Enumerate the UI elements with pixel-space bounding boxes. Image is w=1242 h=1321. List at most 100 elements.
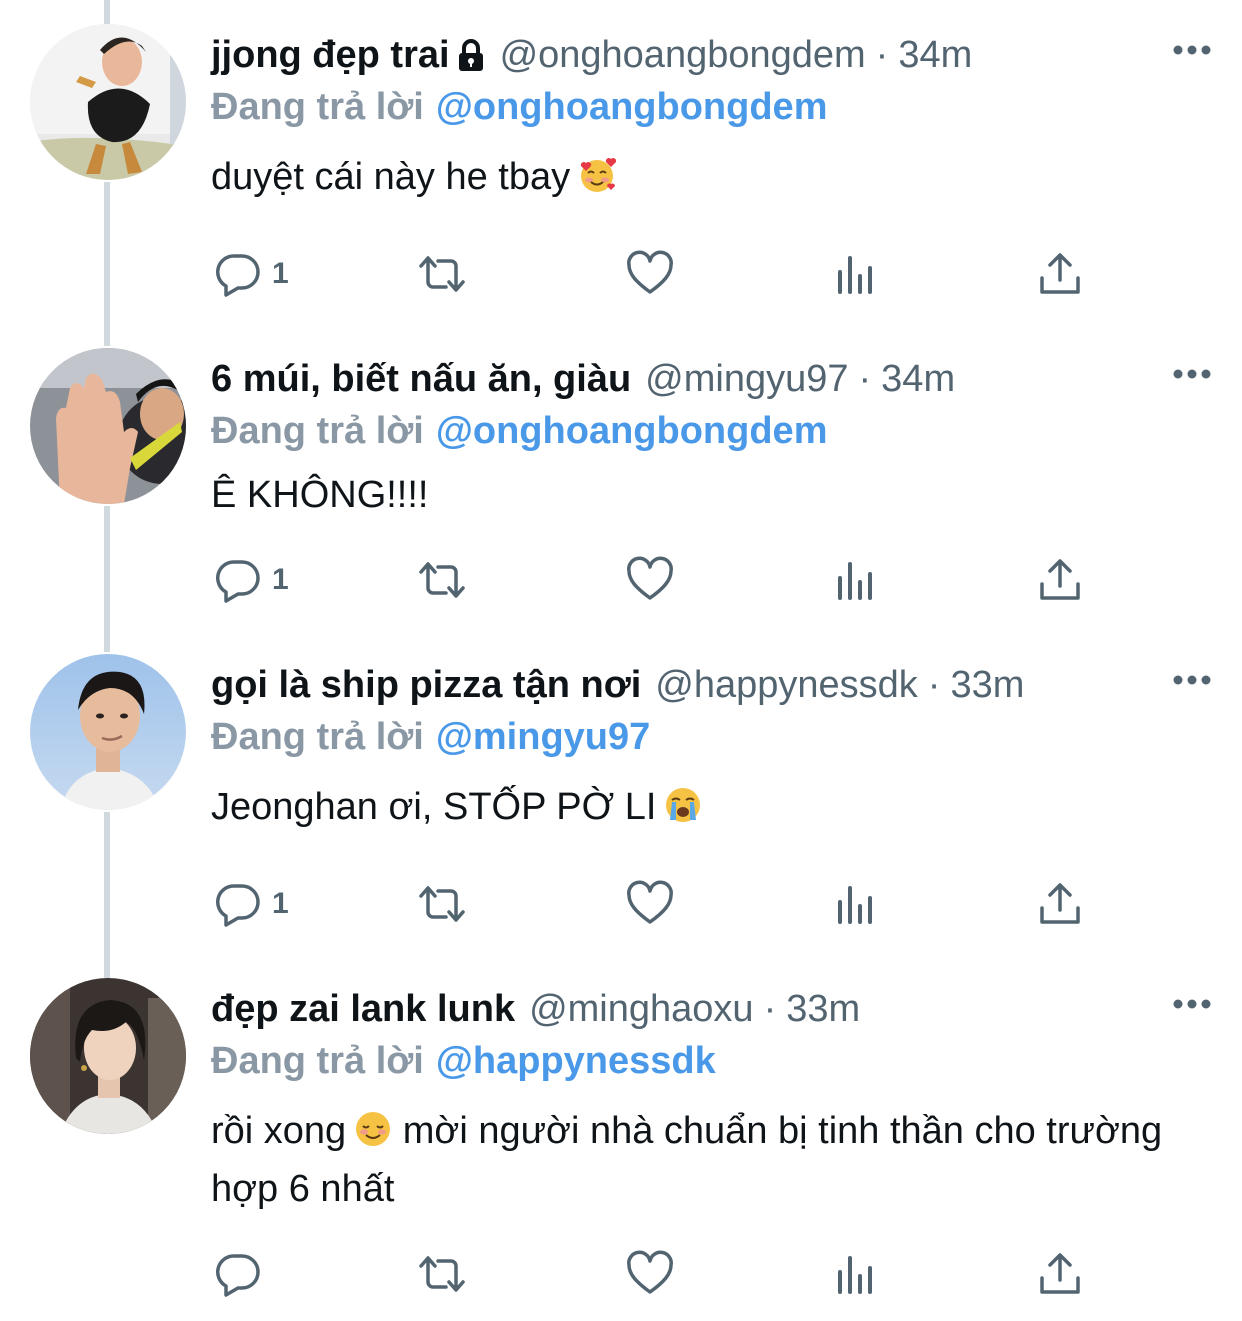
timestamp[interactable]: 34m	[881, 354, 955, 404]
loudly-crying-face-icon	[666, 788, 701, 822]
like-button[interactable]	[626, 552, 674, 608]
reply-icon	[216, 1254, 260, 1297]
share-icon	[1040, 1253, 1080, 1294]
avatar[interactable]	[30, 978, 186, 1134]
share-button[interactable]	[1036, 1246, 1084, 1302]
reply-button[interactable]: 1	[214, 552, 289, 608]
like-icon	[627, 250, 673, 294]
avatar[interactable]	[30, 348, 186, 504]
tweet-text-content: Ê KHÔNG!!!!	[211, 474, 429, 516]
tweet-text-content: duyệt cái này he tbay	[211, 156, 571, 198]
replying-to-handle[interactable]: @mingyu97	[436, 716, 650, 758]
share-icon	[1040, 559, 1080, 600]
handle[interactable]: @onghoangbongdem	[500, 30, 866, 80]
retweet-icon	[419, 1256, 465, 1292]
analytics-button[interactable]	[832, 246, 880, 302]
tweet-actions: 1	[0, 246, 1242, 302]
analytics-icon	[838, 886, 872, 924]
tweet-text: duyệt cái này he tbay	[211, 148, 1201, 206]
replying-to: Đang trả lời @onghoangbongdem	[211, 82, 827, 132]
more-icon[interactable]	[1172, 368, 1212, 380]
handle[interactable]: @mingyu97	[645, 354, 848, 404]
lock-icon	[456, 37, 486, 73]
tweet-header: 6 múi, biết nấu ăn, giàu @mingyu97 · 34m	[211, 354, 955, 404]
like-button[interactable]	[626, 1246, 674, 1302]
replying-to-label: Đang trả lời	[211, 1040, 424, 1082]
display-name[interactable]: đẹp zai lank lunk	[211, 984, 515, 1034]
tweet[interactable]: 6 múi, biết nấu ăn, giàu @mingyu97 · 34m…	[0, 348, 1242, 648]
replying-to: Đang trả lời @mingyu97	[211, 712, 650, 762]
tweet-text-content: rồi xong	[211, 1110, 347, 1152]
smiling-face-with-hearts-icon	[581, 158, 617, 192]
separator: ·	[875, 34, 889, 76]
tweet-header: jjong đẹp trai @onghoangbongdem · 34m	[211, 30, 972, 80]
like-icon	[627, 880, 673, 924]
reply-button[interactable]	[214, 1246, 272, 1302]
share-button[interactable]	[1036, 876, 1084, 932]
handle[interactable]: @happynessdk	[655, 660, 918, 710]
timestamp[interactable]: 34m	[898, 30, 972, 80]
more-icon[interactable]	[1172, 674, 1212, 686]
tweet-header: gọi là ship pizza tận nơi @happynessdk ·…	[211, 660, 1024, 710]
replying-to-handle[interactable]: @onghoangbongdem	[436, 410, 828, 452]
tweet[interactable]: jjong đẹp trai @onghoangbongdem · 34m Đa…	[0, 24, 1242, 324]
separator: ·	[858, 358, 872, 400]
replying-to-handle[interactable]: @happynessdk	[436, 1040, 716, 1082]
analytics-icon	[838, 256, 872, 294]
avatar[interactable]	[30, 24, 186, 180]
share-button[interactable]	[1036, 552, 1084, 608]
retweet-button[interactable]	[418, 876, 466, 932]
reply-icon	[216, 884, 260, 927]
like-button[interactable]	[626, 246, 674, 302]
more-icon[interactable]	[1172, 44, 1212, 56]
like-button[interactable]	[626, 876, 674, 932]
tweet-actions	[0, 1246, 1242, 1302]
reply-icon	[216, 254, 260, 297]
avatar[interactable]	[30, 654, 186, 810]
share-button[interactable]	[1036, 246, 1084, 302]
replying-to-handle[interactable]: @onghoangbongdem	[436, 86, 828, 128]
replying-to: Đang trả lời @onghoangbongdem	[211, 406, 827, 456]
display-name[interactable]: jjong đẹp trai	[211, 30, 450, 80]
like-icon	[627, 1250, 673, 1294]
tweet-text: Ê KHÔNG!!!!	[211, 466, 1201, 524]
tweet-text: rồi xong mời người nhà chuẩn bị tinh thầ…	[211, 1102, 1171, 1218]
analytics-icon	[838, 562, 872, 600]
handle[interactable]: @minghaoxu	[529, 984, 753, 1034]
replying-to-label: Đang trả lời	[211, 410, 424, 452]
reply-count: 1	[272, 563, 289, 596]
tweet-text-content: Jeonghan ơi, STỐP PỜ LI	[211, 786, 657, 828]
tweet-header: đẹp zai lank lunk @minghaoxu · 33m	[211, 984, 860, 1034]
tweet[interactable]: gọi là ship pizza tận nơi @happynessdk ·…	[0, 654, 1242, 954]
retweet-button[interactable]	[418, 552, 466, 608]
separator: ·	[763, 988, 777, 1030]
retweet-button[interactable]	[418, 1246, 466, 1302]
timestamp[interactable]: 33m	[950, 660, 1024, 710]
reply-count: 1	[272, 887, 289, 920]
replying-to: Đang trả lời @happynessdk	[211, 1036, 716, 1086]
reply-button[interactable]: 1	[214, 246, 289, 302]
separator: ·	[927, 664, 941, 706]
replying-to-label: Đang trả lời	[211, 86, 424, 128]
analytics-button[interactable]	[832, 876, 880, 932]
smiling-face-icon	[356, 1112, 391, 1146]
display-name[interactable]: 6 múi, biết nấu ăn, giàu	[211, 354, 631, 404]
share-icon	[1040, 883, 1080, 924]
reply-button[interactable]: 1	[214, 876, 289, 932]
analytics-button[interactable]	[832, 1246, 880, 1302]
retweet-icon	[419, 256, 465, 292]
retweet-button[interactable]	[418, 246, 466, 302]
replying-to-label: Đang trả lời	[211, 716, 424, 758]
retweet-icon	[419, 562, 465, 598]
display-name[interactable]: gọi là ship pizza tận nơi	[211, 660, 641, 710]
timestamp[interactable]: 33m	[786, 984, 860, 1034]
share-icon	[1040, 253, 1080, 294]
like-icon	[627, 556, 673, 600]
thread-line	[104, 0, 110, 24]
tweet-text: Jeonghan ơi, STỐP PỜ LI	[211, 778, 1201, 836]
tweet[interactable]: đẹp zai lank lunk @minghaoxu · 33m Đang …	[0, 978, 1242, 1318]
retweet-icon	[419, 886, 465, 922]
analytics-button[interactable]	[832, 552, 880, 608]
more-icon[interactable]	[1172, 998, 1212, 1010]
reply-count: 1	[272, 257, 289, 290]
